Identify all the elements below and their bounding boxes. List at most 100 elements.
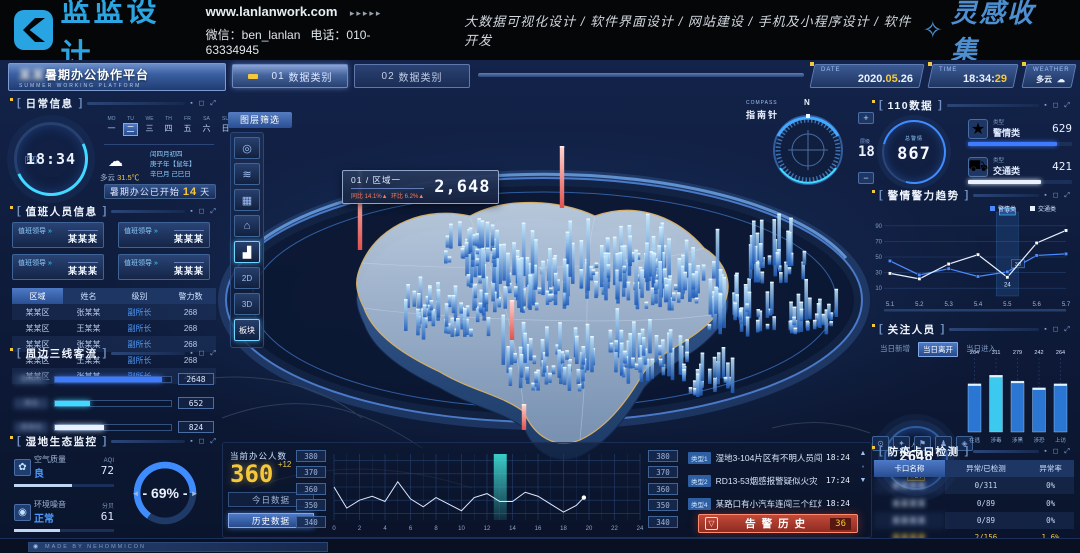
tab-data-category-1[interactable]: 01 数据类别 bbox=[232, 64, 348, 88]
chart-scrollbar[interactable] bbox=[884, 309, 1066, 312]
zoom-out-button[interactable]: − bbox=[858, 172, 874, 184]
alert-row[interactable]: 类型4某路口有小汽车连闯三个红灯18:24 bbox=[688, 496, 850, 511]
layer-text-button-2d[interactable]: 2D bbox=[234, 267, 260, 289]
map-bar-cap bbox=[628, 225, 632, 226]
map-bar-cap bbox=[639, 267, 643, 268]
map-bar-cap bbox=[746, 317, 750, 318]
map-bar-cap bbox=[658, 261, 662, 262]
scroll-up-icon[interactable]: ▲ bbox=[860, 450, 867, 457]
map-bar bbox=[623, 351, 627, 364]
map-bar-cap bbox=[609, 330, 613, 331]
map-bar bbox=[752, 221, 756, 264]
map-bar bbox=[481, 247, 485, 278]
checkpoint-col-header[interactable]: 卡口名称 bbox=[874, 460, 945, 477]
map-bar-cap bbox=[682, 369, 686, 370]
duty-card[interactable]: 值班领导某某某 bbox=[118, 254, 210, 280]
duty-card[interactable]: 值班领导某某某 bbox=[12, 254, 104, 280]
scroll-down-icon[interactable]: ▼ bbox=[860, 477, 867, 484]
g110-label: 总警情 bbox=[884, 135, 944, 142]
g110-bar-fill bbox=[968, 180, 1041, 184]
layer-text-button-3d[interactable]: 3D bbox=[234, 293, 260, 315]
focus-tab[interactable]: 当日新增 bbox=[876, 342, 914, 357]
duty-card[interactable]: 值班领导某某某 bbox=[118, 222, 210, 248]
tab-data-category-2[interactable]: 02 数据类别 bbox=[354, 64, 470, 88]
table-row[interactable]: 某某某某0/3110% bbox=[874, 477, 1074, 494]
checkpoint-col-header[interactable]: 异常/已检测 bbox=[945, 460, 1027, 477]
map-bar-cap bbox=[713, 357, 717, 358]
panel-controls[interactable]: ▪ ◻ ⤢ bbox=[1044, 101, 1072, 110]
panel-controls[interactable]: ▪ ◻ ⤢ bbox=[190, 349, 218, 358]
duty-col-header[interactable]: 姓名 bbox=[63, 288, 114, 304]
weekday[interactable]: MO一 bbox=[104, 116, 119, 136]
lunar-info: 闰四月初四庚子年【鼠年】辛巳月 己巳日 bbox=[150, 150, 196, 180]
map-bar-cap bbox=[589, 266, 593, 267]
focus-tab[interactable]: 当日离开 bbox=[918, 342, 958, 357]
map-bar-cap bbox=[744, 284, 748, 285]
eco-gauge: ◄ - 69% - ► bbox=[128, 456, 202, 530]
trend-chart[interactable]: 9070503010˅30245.15.25.35.45.55.65.7警情类交… bbox=[872, 204, 1074, 320]
table-row[interactable]: 某某区张某某副所长268 bbox=[12, 304, 216, 320]
table-row[interactable]: 某某区王某某副所长268 bbox=[12, 320, 216, 336]
map-bar-cap bbox=[678, 258, 682, 259]
map-bar bbox=[475, 233, 479, 246]
alert-row[interactable]: 类型2RD13-53烟感报警疑似火灾17:24 bbox=[688, 473, 850, 488]
layer-text-button-板块[interactable]: 板块 bbox=[234, 319, 260, 341]
bar[interactable] bbox=[990, 375, 1003, 432]
layer-icon-button[interactable]: ◎ bbox=[234, 137, 260, 159]
duty-col-header[interactable]: 级别 bbox=[114, 288, 165, 304]
scroll-dot-icon[interactable]: ● bbox=[861, 464, 864, 470]
table-row[interactable]: 某某某某0/890% bbox=[874, 512, 1074, 529]
map-bar-cap bbox=[669, 329, 673, 330]
alert-scrollbar[interactable]: ▲ ● ▼ bbox=[856, 450, 870, 484]
focus-bar-chart[interactable]: 264在逃311涉毒279涉黑242涉恐264上访 bbox=[962, 344, 1074, 450]
panel-title: 值班人员信息 bbox=[26, 204, 98, 219]
panel-controls[interactable]: ▪ ◻ ⤢ bbox=[190, 207, 218, 216]
map-bar-cap bbox=[462, 246, 466, 247]
zoom-in-button[interactable]: + bbox=[858, 112, 874, 124]
weekday[interactable]: TU二 bbox=[123, 116, 138, 136]
gauge-right-arrow[interactable]: ► bbox=[191, 489, 199, 498]
map-bar-cap bbox=[548, 373, 552, 374]
checkpoint-col-header[interactable]: 异常率 bbox=[1027, 460, 1074, 477]
table-row[interactable]: 某某某某0/890% bbox=[874, 494, 1074, 511]
map-bar-cap bbox=[645, 242, 649, 243]
panel-title: 周边三线客流 bbox=[26, 346, 98, 361]
layer-icon-button[interactable]: ⌂ bbox=[234, 215, 260, 237]
weekday[interactable]: SA六 bbox=[199, 116, 214, 136]
map-bar bbox=[467, 274, 471, 286]
weekday[interactable]: FR五 bbox=[180, 116, 195, 136]
duty-col-header[interactable]: 区域 bbox=[12, 288, 63, 304]
map-bar-cap bbox=[792, 317, 796, 318]
map-bar-cap bbox=[495, 230, 499, 231]
panel-controls[interactable]: ▪ ◻ ⤢ bbox=[1044, 447, 1072, 456]
map-bar bbox=[449, 224, 453, 249]
map-bar-cap bbox=[679, 335, 683, 336]
layer-icon-button[interactable]: ≋ bbox=[234, 163, 260, 185]
layer-icon-button[interactable]: ▦ bbox=[234, 189, 260, 211]
compass-dial[interactable] bbox=[766, 106, 850, 190]
duty-col-header[interactable]: 警力数 bbox=[165, 288, 216, 304]
panel-controls[interactable]: ▪ ◻ ⤢ bbox=[1044, 191, 1072, 200]
panel-controls[interactable]: ▪ ◻ ⤢ bbox=[190, 437, 218, 446]
bar[interactable] bbox=[1011, 381, 1024, 432]
office-chart[interactable]: 024681012141618202224 bbox=[330, 450, 644, 536]
bar[interactable] bbox=[1033, 388, 1046, 432]
legend-label: 交通类 bbox=[1038, 205, 1056, 213]
weekday[interactable]: WE三 bbox=[142, 116, 157, 136]
panel-controls[interactable]: ▪ ◻ ⤢ bbox=[190, 99, 218, 108]
map-bar-cap bbox=[761, 272, 765, 273]
alert-history-button[interactable]: ▽ 告警历史 36 bbox=[698, 514, 858, 533]
bar[interactable] bbox=[1054, 384, 1067, 432]
duty-card[interactable]: 值班领导某某某 bbox=[12, 222, 104, 248]
website-link[interactable]: www.lanlanwork.com bbox=[206, 4, 338, 19]
map-bar bbox=[627, 282, 631, 301]
layer-icon-button[interactable]: ▟ bbox=[234, 241, 260, 263]
gauge-left-arrow[interactable]: ◄ bbox=[132, 489, 140, 498]
alert-row[interactable]: 类型1湿地3-104片区有不明人员闯入18:24 bbox=[688, 450, 850, 465]
panel-controls[interactable]: ▪ ◻ ⤢ bbox=[1044, 325, 1072, 334]
map-bar bbox=[465, 242, 469, 257]
collect-badge[interactable]: ✧ 灵感收集 bbox=[923, 0, 1058, 67]
weekday[interactable]: TH四 bbox=[161, 116, 176, 136]
map-bar-cap bbox=[628, 333, 632, 334]
bar[interactable] bbox=[968, 384, 981, 432]
